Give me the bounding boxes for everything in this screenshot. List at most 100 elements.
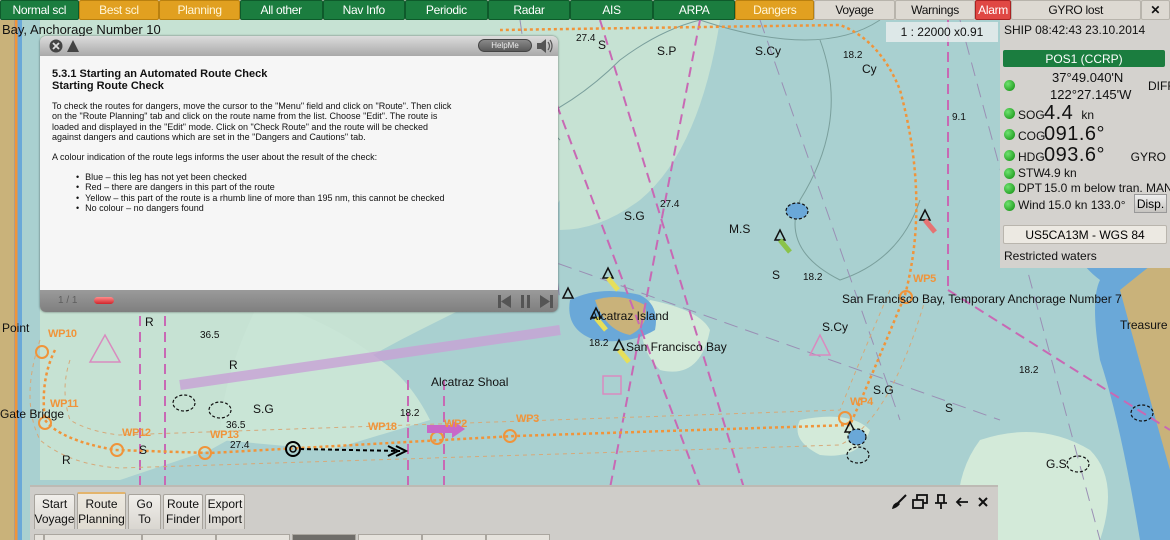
longitude-row: 122°27.145'W	[1050, 87, 1131, 102]
skip-back-icon[interactable]	[498, 295, 512, 308]
tab-route-finder[interactable]: Route Finder	[163, 494, 203, 529]
sog-label: SOG	[1018, 108, 1045, 122]
toolbar-button-nav-info[interactable]: Nav Info	[322, 0, 406, 20]
waypoint-label-wp3[interactable]: WP3	[516, 413, 539, 425]
nav-info-panel: SHIP 08:42:43 23.10.2014 POS1 (CCRP) 37°…	[1000, 20, 1170, 268]
tab-label: Finder	[165, 512, 200, 526]
ship-time: SHIP 08:42:43 23.10.2014	[1004, 23, 1146, 37]
help-bullet: Red – there are dangers in this part of …	[76, 182, 558, 192]
waypoint-label-wp4[interactable]: WP4	[850, 396, 873, 408]
toolbar-button-voyage[interactable]: Voyage	[814, 0, 895, 20]
waypoint-label-wp10[interactable]: WP10	[48, 328, 77, 340]
tab-go-to[interactable]: Go To	[128, 494, 161, 529]
tab-label: Start	[41, 497, 68, 511]
page-indicator: 1 / 1	[58, 295, 78, 306]
back-arrow-icon[interactable]	[953, 493, 971, 511]
toolbar-button-best-scl[interactable]: Best scl	[78, 0, 160, 20]
display-button[interactable]: Disp.	[1134, 194, 1167, 213]
help-bullet: Yellow – this part of the route is a rhu…	[76, 193, 558, 203]
sog-value: 4.4	[1044, 102, 1074, 124]
ecdis-screen: Bay, Anchorage Number 10 San Francisco B…	[0, 0, 1170, 540]
restore-window-icon[interactable]	[911, 493, 929, 511]
toolbar-button-alarm[interactable]: Alarm	[975, 0, 1011, 20]
list-column-header[interactable]	[216, 534, 290, 540]
waypoint-label-wp12[interactable]: WP12	[122, 427, 151, 439]
list-column-header[interactable]	[358, 534, 422, 540]
waypoint-label-wp5[interactable]: WP5	[913, 273, 936, 285]
tab-export-import[interactable]: Export Import	[205, 494, 245, 529]
map-label-treasure: Treasure	[1120, 318, 1168, 332]
status-ok-icon	[1004, 80, 1015, 91]
seabed-label: S.Cy	[822, 320, 849, 334]
collapse-triangle-icon[interactable]	[66, 39, 80, 53]
tab-label: Import	[207, 512, 242, 526]
seabed-label: S	[945, 401, 954, 415]
waypoint-label-wp11[interactable]: WP11	[50, 398, 78, 410]
dpt-value: 15.0 m below tran. MAN	[1044, 181, 1170, 195]
map-label-anchorage-7: San Francisco Bay, Temporary Anchorage N…	[842, 292, 1122, 306]
pause-icon[interactable]	[521, 295, 531, 308]
help-content: 5.3.1 Starting an Automated Route Check …	[40, 56, 558, 290]
chart-name-button[interactable]: US5CA13M - WGS 84	[1003, 225, 1167, 244]
seabed-label: S.G	[873, 383, 894, 397]
tab-label: Planning	[78, 511, 125, 526]
status-ok-icon	[1004, 108, 1015, 119]
list-column-header[interactable]	[142, 534, 216, 540]
waypoint-label-wp18[interactable]: WP18	[368, 421, 397, 433]
top-toolbar: Normal scl Best scl Planning All other Nav I…	[0, 0, 1170, 20]
toolbar-button-dangers[interactable]: Dangers	[735, 0, 815, 20]
helpme-button[interactable]: HelpMe	[478, 39, 532, 52]
list-column-header[interactable]	[34, 534, 44, 540]
brush-icon[interactable]	[890, 493, 908, 511]
depth-sounding: 9.1	[952, 112, 966, 123]
list-column-header[interactable]	[44, 534, 142, 540]
tab-route-planning[interactable]: Route Planning	[77, 492, 126, 529]
toolbar-button-normal-scl[interactable]: Normal scl	[0, 0, 79, 20]
help-window: HelpMe 5.3.1 Starting an Automated Route…	[40, 36, 558, 312]
hdg-source: GYRO	[1130, 150, 1166, 164]
help-titlebar: HelpMe	[40, 36, 558, 56]
list-column-header[interactable]	[292, 534, 356, 540]
seabed-label: Cy	[862, 62, 877, 76]
map-label-san-francisco-bay: San Francisco Bay	[626, 340, 727, 354]
chart-scale-display[interactable]: 1 : 22000 x0.91	[886, 22, 998, 42]
toolbar-button-planning[interactable]: Planning	[159, 0, 240, 20]
toolbar-button-periodic[interactable]: Periodic	[405, 0, 488, 20]
close-icon[interactable]	[974, 493, 992, 511]
depth-sounding: 27.4	[576, 33, 596, 44]
list-column-header[interactable]	[422, 534, 486, 540]
toolbar-button-warnings[interactable]: Warnings	[894, 0, 976, 20]
position-source-button[interactable]: POS1 (CCRP)	[1003, 50, 1165, 67]
tab-start-voyage[interactable]: Start Voyage	[34, 494, 75, 529]
seabed-label: R	[62, 453, 71, 467]
hdg-value: 093.6°	[1044, 144, 1106, 166]
close-icon[interactable]	[49, 39, 63, 53]
waypoint-label-wp2[interactable]: WP2	[444, 418, 467, 430]
toolbar-button-arpa[interactable]: ARPA	[652, 0, 736, 20]
seabed-label: S	[772, 268, 781, 282]
toolbar-button-ais[interactable]: AIS	[570, 0, 653, 20]
status-ok-icon	[1004, 129, 1015, 140]
longitude-value: 122°27.145'W	[1050, 87, 1132, 102]
map-label-alcatraz-island: Alcatraz Island	[590, 309, 669, 323]
help-bullet: No colour – no dangers found	[76, 203, 558, 213]
dpt-label: DPT	[1018, 181, 1042, 195]
land-west	[0, 20, 14, 540]
toolbar-button-all-other[interactable]: All other	[239, 0, 323, 20]
toolbar-button-gyro-lost[interactable]: GYRO lost	[1010, 0, 1141, 20]
wind-value: 15.0 kn 133.0°	[1048, 198, 1126, 212]
help-paragraph: To check the routes for dangers, move th…	[52, 101, 452, 143]
depth-sounding: 27.4	[230, 440, 250, 451]
seabed-label: S.P	[657, 44, 677, 58]
wind-label: Wind	[1018, 198, 1046, 212]
list-column-header[interactable]	[486, 534, 550, 540]
tab-label: Route	[166, 497, 199, 511]
sog-row: SOG 4.4 kn	[1004, 102, 1094, 125]
skip-forward-icon[interactable]	[540, 295, 554, 308]
speaker-icon[interactable]	[536, 38, 554, 54]
pin-icon[interactable]	[932, 493, 950, 511]
dpt-row: DPT 15.0 m below tran. MAN	[1004, 181, 1170, 195]
toolbar-button-radar[interactable]: Radar	[487, 0, 571, 20]
close-icon[interactable]: ✕	[1140, 0, 1170, 20]
progress-indicator	[94, 297, 114, 304]
